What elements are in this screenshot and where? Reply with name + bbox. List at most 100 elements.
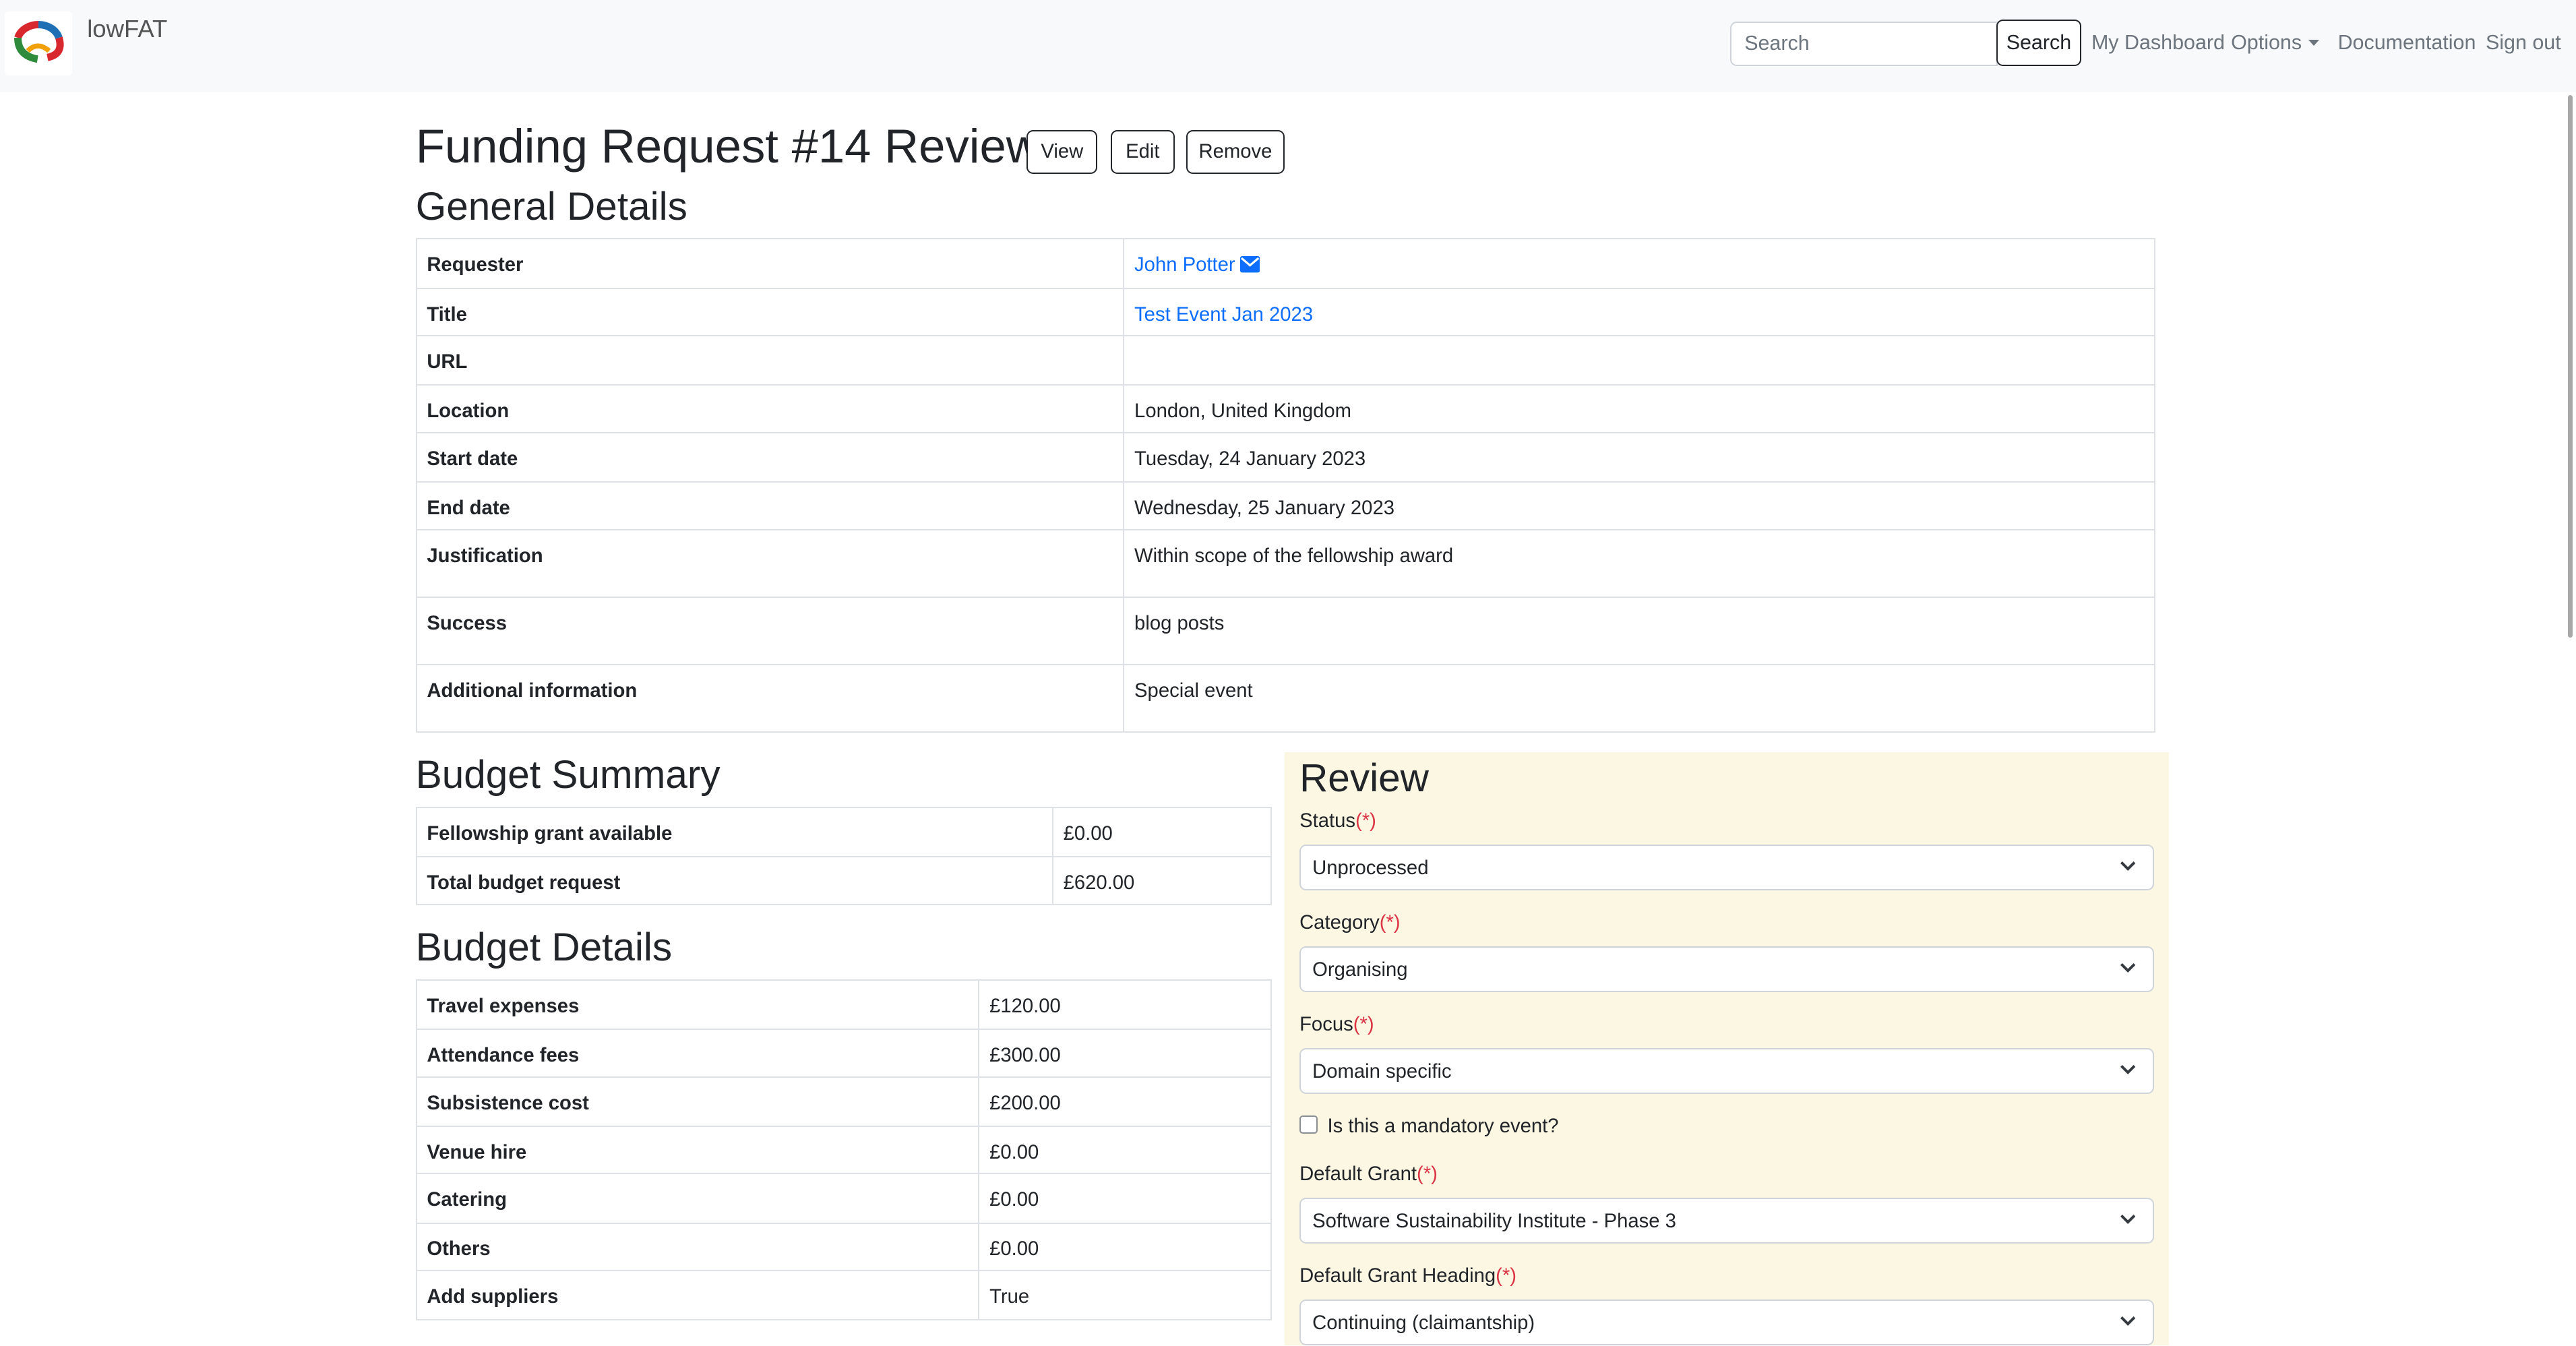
general-details-table: Requester John Potter Title Test Event J… [415,238,2155,733]
remove-button[interactable]: Remove [1186,129,1285,175]
budget-details-table: Travel expenses £120.00 Attendance fees … [415,979,1272,1321]
category-selected-value: Organising [1312,959,1408,981]
required-marker: (*) [1355,809,1376,832]
table-row: Others £0.00 [415,1222,1272,1272]
category-select[interactable]: Organising [1299,946,2154,993]
table-row: Location London, United Kingdom [415,384,2155,434]
focus-selected-value: Domain specific [1312,1061,1452,1083]
chevron-down-icon [2120,861,2136,871]
row-label: Fellowship grant available [415,806,1053,857]
grant-heading-label: Default Grant Heading(*) [1299,1264,1516,1287]
envelope-icon[interactable] [1239,256,1260,278]
table-row: Success blog posts [415,596,2155,665]
budget-summary-heading: Budget Summary [415,753,720,797]
table-row: End date Wednesday, 25 January 2023 [415,481,2155,530]
row-value [1123,335,2155,386]
row-value: Wednesday, 25 January 2023 [1123,481,2155,530]
chevron-down-icon [2120,962,2136,973]
row-value: £0.00 [978,1173,1272,1224]
table-row: Title Test Event Jan 2023 [415,287,2155,337]
row-value: £300.00 [978,1028,1272,1078]
nav-options-label: Options [2231,31,2302,55]
search-button[interactable]: Search [1996,20,2082,66]
grant-heading-selected-value: Continuing (claimantship) [1312,1312,1535,1335]
row-label: Catering [415,1173,980,1224]
row-label: Location [415,384,1125,434]
page-title: Funding Request #14 Review [415,119,1041,173]
table-row: Venue hire £0.00 [415,1125,1272,1175]
nav-options-dropdown[interactable]: Options [2231,31,2319,55]
row-label: Requester [415,238,1125,289]
search-input[interactable] [1729,21,1998,66]
table-row: Subsistence cost £200.00 [415,1076,1272,1127]
table-row: Catering £0.00 [415,1173,1272,1224]
row-value: True [978,1270,1272,1321]
event-title-link[interactable]: Test Event Jan 2023 [1134,304,1313,326]
chevron-down-icon [2120,1316,2136,1326]
table-row: URL [415,335,2155,386]
required-marker: (*) [1417,1163,1438,1185]
view-button[interactable]: View [1026,129,1098,175]
row-label: Others [415,1222,980,1272]
row-label: URL [415,335,1125,386]
caret-down-icon [2308,40,2319,46]
review-heading: Review [1299,756,1429,801]
default-grant-select[interactable]: Software Sustainability Institute - Phas… [1299,1197,2154,1244]
budget-details-heading: Budget Details [415,925,673,970]
status-label: Status(*) [1299,809,1376,832]
row-value: £0.00 [978,1222,1272,1272]
mandatory-event-label[interactable]: Is this a mandatory event? [1328,1115,1559,1138]
row-value: Special event [1123,663,2155,733]
table-row: Requester John Potter [415,238,2155,289]
row-value: Within scope of the fellowship award [1123,528,2155,598]
category-label: Category(*) [1299,911,1401,934]
review-panel: Review Status(*) Unprocessed Category(*)… [1285,752,2169,1346]
row-label: Success [415,596,1125,665]
table-row: Attendance fees £300.00 [415,1028,1272,1078]
row-value: Tuesday, 24 January 2023 [1123,432,2155,483]
row-label: Additional information [415,663,1125,733]
chevron-down-icon [2120,1214,2136,1224]
requester-link[interactable]: John Potter [1134,254,1235,276]
status-select[interactable]: Unprocessed [1299,844,2154,891]
row-label: Total budget request [415,855,1053,905]
page-scrollbar[interactable] [2567,95,2573,638]
chevron-down-icon [2120,1065,2136,1075]
row-value: Test Event Jan 2023 [1123,287,2155,337]
row-value: blog posts [1123,596,2155,665]
row-label: Attendance fees [415,1028,980,1078]
status-selected-value: Unprocessed [1312,857,1429,879]
grant-heading-select[interactable]: Continuing (claimantship) [1299,1299,2154,1346]
row-label: Travel expenses [415,979,980,1030]
row-label: Venue hire [415,1125,980,1175]
edit-button[interactable]: Edit [1110,129,1175,175]
lowfat-logo[interactable] [5,11,73,76]
mandatory-event-checkbox[interactable] [1299,1115,1318,1134]
table-row: Fellowship grant available £0.00 [415,806,1272,857]
table-row: Add suppliers True [415,1270,1272,1321]
row-label: Start date [415,432,1125,483]
nav-documentation[interactable]: Documentation [2338,31,2476,55]
navbar: lowFAT Search My Dashboard Options Docum… [0,0,2576,92]
row-value: £620.00 [1051,855,1272,905]
default-grant-selected-value: Software Sustainability Institute - Phas… [1312,1211,1676,1232]
row-label: Title [415,287,1125,337]
default-grant-label: Default Grant(*) [1299,1163,1438,1185]
general-details-heading: General Details [415,185,687,228]
row-value: £200.00 [978,1076,1272,1127]
row-label: End date [415,481,1125,530]
nav-my-dashboard[interactable]: My Dashboard [2091,31,2225,55]
row-value: John Potter [1123,238,2155,289]
required-marker: (*) [1353,1013,1374,1035]
row-value: £120.00 [978,979,1272,1030]
focus-label: Focus(*) [1299,1013,1374,1035]
row-label: Add suppliers [415,1270,980,1321]
table-row: Total budget request £620.00 [415,855,1272,905]
table-row: Additional information Special event [415,663,2155,733]
focus-select[interactable]: Domain specific [1299,1048,2154,1095]
required-marker: (*) [1496,1264,1516,1287]
nav-sign-out[interactable]: Sign out [2486,31,2561,55]
row-label: Subsistence cost [415,1076,980,1127]
table-row: Start date Tuesday, 24 January 2023 [415,432,2155,483]
brand-name[interactable]: lowFAT [87,15,167,43]
